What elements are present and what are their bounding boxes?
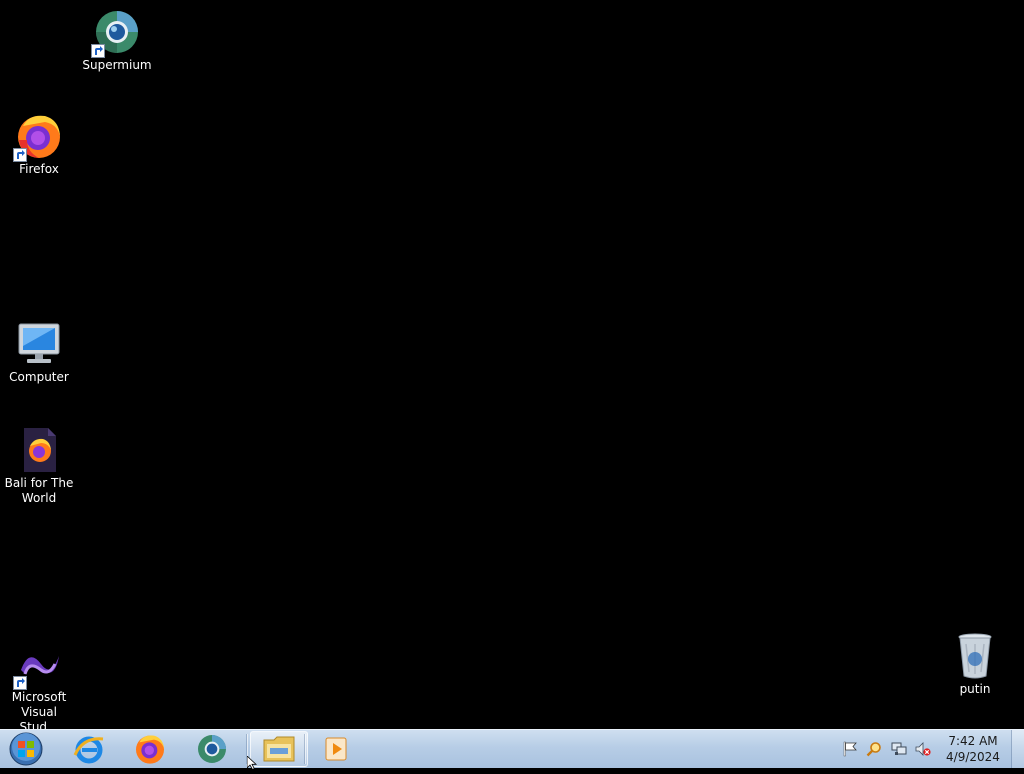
desktop-icon-label: Bali for The World (4, 476, 74, 505)
start-orb-icon (9, 732, 43, 766)
network-icon[interactable] (891, 741, 907, 757)
taskbar: 7:42 AM 4/9/2024 (0, 729, 1024, 768)
desktop-icon-label: Computer (9, 370, 69, 384)
recycle-bin-icon (951, 632, 999, 680)
action-center-flag-icon[interactable] (842, 741, 858, 757)
desktop-icon-label: Firefox (19, 162, 59, 176)
search-magnifier-icon[interactable] (866, 741, 882, 757)
computer-icon (15, 320, 63, 368)
shortcut-arrow-icon (13, 676, 27, 690)
desktop-icon-computer[interactable]: Computer (1, 320, 77, 385)
firefox-icon (13, 112, 63, 162)
desktop-icon-visual-studio[interactable]: Microsoft Visual Stud... (1, 640, 77, 735)
media-player-icon (325, 737, 347, 761)
desktop-icon-label: Supermium (82, 58, 152, 72)
taskbar-clock[interactable]: 7:42 AM 4/9/2024 (940, 733, 1006, 765)
taskbar-firefox[interactable] (121, 731, 179, 767)
firefox-icon (136, 735, 164, 764)
show-desktop-button[interactable] (1011, 730, 1024, 768)
desktop-icon-recycle-bin[interactable]: putin (937, 632, 1013, 697)
desktop-icon-supermium[interactable]: Supermium (79, 8, 155, 73)
clock-time: 7:42 AM (948, 734, 998, 748)
taskbar-supermium[interactable] (183, 731, 241, 767)
desktop[interactable]: Supermium Firefox Computer Bali for The … (0, 0, 1024, 734)
clock-date: 4/9/2024 (946, 750, 1000, 764)
taskbar-separator (304, 734, 305, 764)
shortcut-arrow-icon (91, 44, 105, 58)
shortcut-arrow-icon (13, 148, 27, 162)
desktop-icon-label: putin (959, 682, 991, 696)
desktop-icon-bali-for-the-world[interactable]: Bali for The World (1, 426, 77, 506)
file-explorer-icon (263, 736, 295, 762)
supermium-icon (91, 8, 141, 58)
visual-studio-icon (13, 640, 63, 690)
taskbar-media-player[interactable] (307, 731, 365, 767)
start-button[interactable] (4, 731, 48, 767)
desktop-icon-firefox[interactable]: Firefox (1, 112, 77, 177)
mouse-cursor-icon (246, 755, 259, 774)
taskbar-internet-explorer[interactable] (60, 731, 118, 767)
firefox-document-icon (15, 426, 63, 474)
volume-muted-icon[interactable] (915, 741, 931, 757)
supermium-icon (198, 735, 226, 763)
internet-explorer-icon (73, 736, 104, 764)
